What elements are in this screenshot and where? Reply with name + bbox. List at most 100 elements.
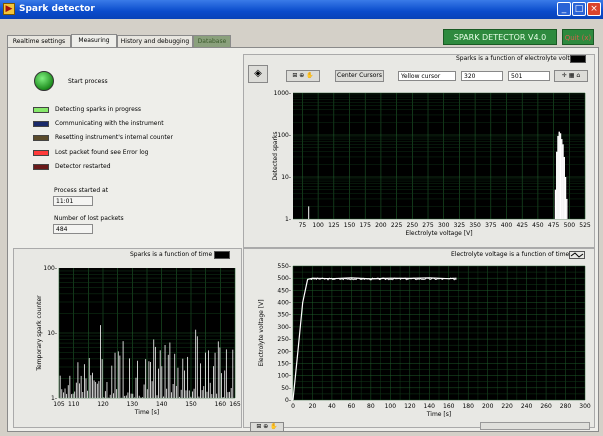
x-tick-label: 400 [501,222,513,229]
x-tick-label: 165 [229,401,241,408]
quit-button[interactable]: Quit (x) [562,29,594,45]
window-title: Spark detector [19,4,95,14]
x-tick-label: 300 [579,403,591,410]
x-tick-label: 500 [564,222,576,229]
y-tick-label: 50- [281,385,291,392]
line-style-icon[interactable] [569,251,585,259]
minimize-button[interactable]: _ [557,2,571,16]
y-tick-label: 550- [277,263,291,270]
y-tick-label: 300- [277,324,291,331]
y-tick-label: 450- [277,287,291,294]
y-axis-label: Temporary spark counter [36,295,43,372]
start-process-label: Start process [68,78,108,85]
tab-measuring[interactable]: Measuring [71,34,117,47]
legend-swatch [33,150,49,156]
y-tick-label: 100- [277,373,291,380]
legend-swatch [33,121,49,127]
x-tick-label: 100 [312,222,324,229]
x-tick-label: 225 [391,222,403,229]
x-tick-label: 220 [501,403,513,410]
process-started-field: 11:01 [53,196,93,206]
tab-realtime-settings[interactable]: Realtime settings [7,35,71,47]
start-process-button[interactable] [34,71,54,91]
y-tick-label: 350- [277,312,291,319]
x-tick-label: 525 [579,222,591,229]
y-tick-label: 500- [277,275,291,282]
y-tick-label: 0- [285,397,291,404]
y-tick-label: 10- [47,330,57,337]
lost-packets-field: 484 [53,224,93,234]
plot-area [293,93,585,219]
x-tick-label: 350 [469,222,481,229]
cursor-x-field[interactable]: 320 [461,71,503,81]
x-tick-label: 80 [367,403,375,410]
y-tick-label: 1- [285,216,291,223]
tab-history-debugging[interactable]: History and debugging [117,35,193,47]
tab-database[interactable]: Database [193,35,231,47]
x-axis-label: Electrolyte voltage [V] [405,230,472,237]
x-tick-label: 0 [291,403,295,410]
chart3-title: Electrolyte voltage is a function of tim… [451,251,570,258]
maximize-button[interactable]: □ [572,2,586,16]
x-tick-label: 200 [482,403,494,410]
x-tick-label: 140 [424,403,436,410]
x-tick-label: 120 [97,401,109,408]
y-tick-label: 150- [277,360,291,367]
legend-label: Detecting sparks in progress [55,106,142,113]
x-tick-label: 40 [328,403,336,410]
x-axis-label: Time [s] [134,409,159,416]
x-tick-label: 260 [540,403,552,410]
time-sparks-chart: 105 110 120 130 140 150 160 165 100- 10- 1- Time [s… [36,265,241,416]
y-tick-label: 200- [277,348,291,355]
x-axis-label: Time [s] [426,411,451,418]
x-tick-label: 150 [344,222,356,229]
x-tick-label: 475 [548,222,560,229]
graph-palette-icon[interactable]: ◈ [248,65,268,83]
x-tick-label: 160 [215,401,227,408]
cursor-move-icon[interactable]: ✛ ▦ ⌂ [554,70,588,82]
cursor-y-field[interactable]: 501 [508,71,550,81]
zoom-tools-icon-2[interactable]: ⊞ ⊕ ✋ [250,422,284,432]
legend-swatch [33,135,49,141]
x-tick-label: 280 [560,403,572,410]
legend-swatch [33,164,49,170]
center-cursors-button[interactable]: Center Cursors [335,70,384,82]
plot-legend-icon[interactable] [570,55,586,63]
x-tick-label: 125 [328,222,340,229]
x-tick-label: 325 [454,222,466,229]
process-started-label: Process started at [54,187,109,194]
voltage-time-chart: 0 20 40 60 80 100 120 140 160 180 200 220 240 260 280 3… [258,263,591,418]
x-tick-label: 20 [309,403,317,410]
y-axis-label: Detected sparks [272,131,279,180]
x-tick-label: 60 [348,403,356,410]
x-tick-label: 150 [185,401,197,408]
legend-label: Detector restarted [55,163,111,170]
voltage-sparks-chart: 75 100 125 150 175 200 225 250 275 300 325 350 375 40… [272,90,591,237]
y-axis-label: Electrolyte voltage [V] [258,299,265,366]
app-icon: ▶ [3,3,15,15]
cursor-name-field[interactable]: Yellow cursor [398,71,456,81]
x-tick-label: 275 [422,222,434,229]
legend-label: Communicating with the instrument [55,120,164,127]
plot-legend-icon-2[interactable] [214,251,230,259]
x-tick-label: 130 [127,401,139,408]
window-titlebar: ▶ Spark detector _ □ × [0,0,603,19]
x-tick-label: 450 [532,222,544,229]
lost-packets-label: Number of lost packets [54,215,124,222]
x-tick-label: 425 [516,222,528,229]
y-tick-label: 100- [43,265,57,272]
x-tick-label: 200 [375,222,387,229]
y-tick-label: 1- [51,395,57,402]
y-tick-label: 1000- [274,90,291,97]
chart2-title: Sparks is a function of time [130,251,213,258]
x-tick-label: 175 [359,222,371,229]
x-tick-label: 250 [407,222,419,229]
x-tick-label: 100 [385,403,397,410]
zoom-tools-icon[interactable]: ⊞ ⊕ ✋ [286,70,320,82]
x-tick-label: 300 [438,222,450,229]
x-tick-label: 160 [443,403,455,410]
close-button[interactable]: × [587,2,601,16]
legend-label: Lost packet found see Error log [55,149,149,156]
horizontal-scrollbar[interactable] [480,422,590,430]
y-tick-label: 100- [277,132,291,139]
